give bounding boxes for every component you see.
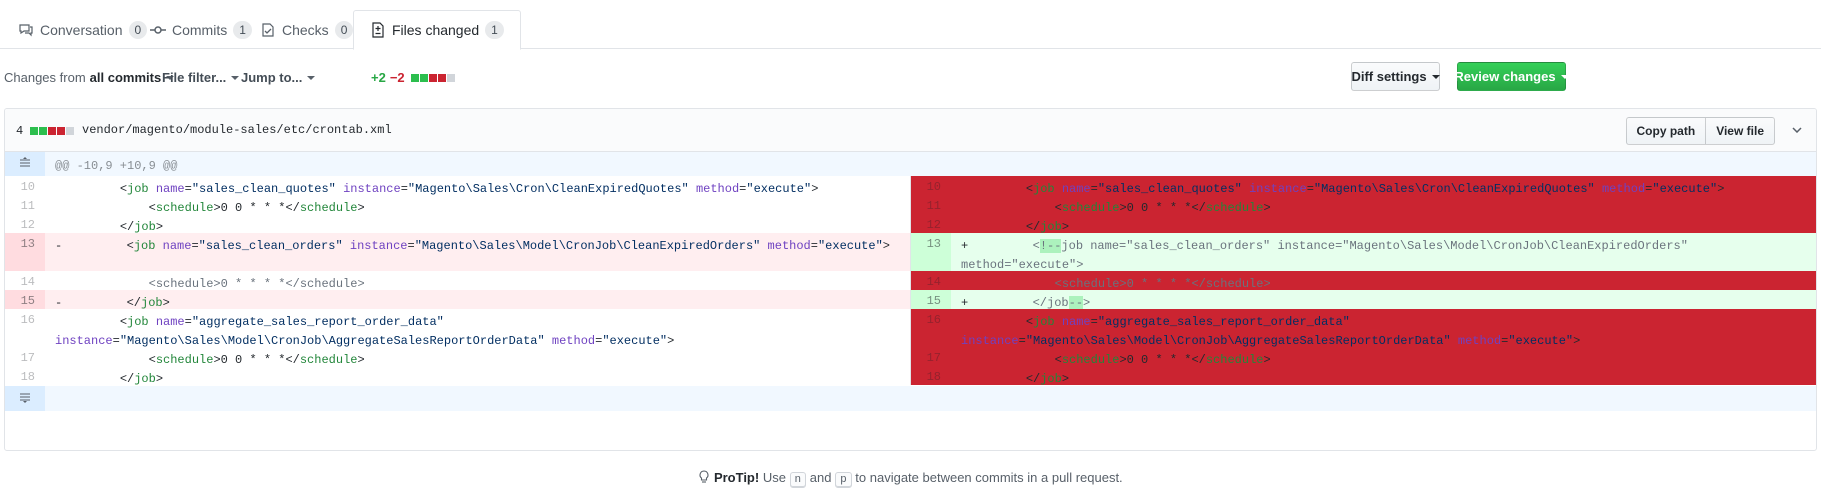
diff-row-changed: 13- <job name="sales_clean_orders" insta… (5, 233, 1816, 272)
jump-to-dropdown[interactable]: Jump to... (241, 70, 316, 85)
protip-text: and (806, 470, 836, 485)
tab-files-changed[interactable]: Files changed 1 (353, 10, 521, 50)
view-file-button[interactable]: View file (1705, 117, 1775, 145)
file-actions: Copy path View file (1625, 117, 1775, 145)
diff-row: 18 </job> 18 </job> (5, 366, 1816, 386)
caret-down-icon (1560, 74, 1569, 79)
tab-files-changed-count: 1 (485, 21, 504, 39)
review-changes-label: Review changes (1454, 69, 1556, 84)
diff-row: 10 <job name="sales_clean_quotes" instan… (5, 176, 1816, 196)
additions-count: +2 (371, 70, 386, 85)
diff-row-changed: 15- </job> 15 + </job--> (5, 290, 1816, 310)
copy-path-button[interactable]: Copy path (1625, 117, 1707, 145)
pr-tabs: Conversation 0 Commits 1 Checks 0 Files … (0, 0, 1821, 50)
changes-from-dropdown[interactable]: Changes from all commits (4, 70, 175, 85)
expand-row (5, 386, 1816, 411)
protip-text: to navigate between commits in a pull re… (851, 470, 1123, 485)
caret-down-icon (1431, 74, 1440, 79)
tab-commits-label: Commits (172, 21, 228, 38)
protip-text: Use (759, 470, 790, 485)
diff-row: 12 </job> 12 </job> (5, 214, 1816, 234)
diff-row: 14 <schedule>0 * * * *</schedule> 14 <sc… (5, 271, 1816, 291)
tab-files-changed-label: Files changed (392, 22, 480, 38)
lightbulb-icon (698, 470, 714, 485)
diff-stat: +2 −2 (371, 70, 456, 85)
jump-to-label: Jump to... (241, 70, 303, 85)
file-path[interactable]: vendor/magento/module-sales/etc/crontab.… (82, 123, 392, 137)
diff-row: 17 <schedule>0 0 * * *</schedule> 17 <sc… (5, 347, 1816, 367)
review-changes-button[interactable]: Review changes (1454, 62, 1569, 91)
deletions-count: −2 (389, 70, 405, 85)
tab-checks-count: 0 (334, 20, 354, 39)
tab-checks[interactable]: Checks 0 (244, 10, 369, 49)
diff-row: 11 <schedule>0 0 * * *</schedule> 11 <sc… (5, 195, 1816, 215)
expand-down-icon[interactable] (5, 386, 45, 411)
diff-stat-blocks (410, 73, 456, 82)
diff-row: 16 <job name="aggregate_sales_report_ord… (5, 309, 1816, 348)
caret-down-icon (307, 75, 316, 80)
diff-settings-label: Diff settings (1351, 69, 1427, 84)
protip: ProTip! Use n and p to navigate between … (0, 470, 1821, 488)
tab-checks-label: Checks (282, 21, 329, 38)
expand-up-icon[interactable] (5, 152, 45, 176)
chevron-down-icon[interactable] (1790, 123, 1804, 137)
protip-lead: ProTip! (713, 470, 760, 485)
commit-icon (150, 22, 166, 38)
file-diff: 4 vendor/magento/module-sales/etc/cronta… (4, 108, 1817, 451)
comment-icon (18, 22, 34, 38)
file-header: 4 vendor/magento/module-sales/etc/cronta… (5, 109, 1816, 152)
caret-down-icon (231, 75, 240, 80)
file-filter-label: File filter... (162, 70, 227, 85)
file-filter-dropdown[interactable]: File filter... (162, 70, 240, 85)
changes-from-value: all commits (89, 70, 162, 85)
changes-from-prefix: Changes from (4, 70, 86, 85)
diff-settings-button[interactable]: Diff settings (1351, 62, 1440, 91)
checklist-icon (260, 22, 276, 38)
tab-conversation-label: Conversation (40, 21, 123, 38)
hunk-header-row: @@ -10,9 +10,9 @@ (5, 152, 1816, 176)
file-diff-icon (370, 22, 386, 38)
hunk-header-text: @@ -10,9 +10,9 @@ (55, 159, 178, 173)
file-change-count: 4 (16, 124, 24, 138)
file-diff-stat-blocks (30, 127, 75, 135)
diff-toolbar: Changes from all commits File filter... … (0, 62, 1821, 94)
